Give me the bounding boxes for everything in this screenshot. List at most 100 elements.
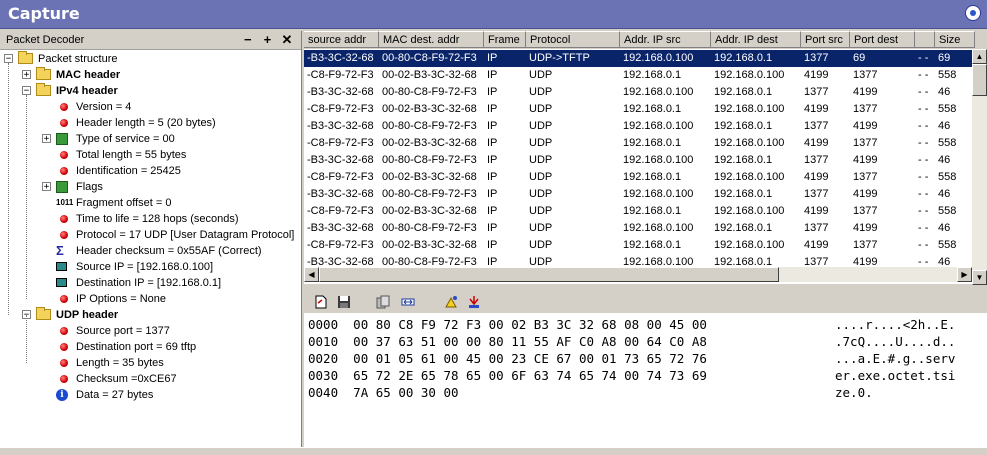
column-header[interactable]: Size [935,31,975,48]
scroll-down-button[interactable]: ▼ [972,270,987,285]
column-header[interactable]: Protocol [526,31,620,48]
table-cell: UDP [529,171,553,183]
column-header[interactable] [915,31,935,48]
table-cell: UDP [529,86,553,98]
table-cell: UDP [529,222,553,234]
packet-row[interactable]: -C8-F9-72-F3 00-02-B3-3C-32-68 IP UDP 192.16… [304,203,974,220]
red-dot-icon [60,375,68,383]
expand-node-button[interactable]: + [22,70,31,80]
tree-node[interactable]: − IPv4 header [0,83,300,99]
table-cell: - - [918,222,929,234]
tree-node-label: Length = 35 bytes [76,357,164,369]
column-header[interactable]: MAC dest. addr [379,31,484,48]
tree-node[interactable]: 1011 Fragment offset = 0 [0,195,300,211]
horizontal-scrollbar[interactable]: ◀ ▶ [304,267,972,282]
hex-bytes: 00 37 63 51 00 00 80 11 55 AF C0 A8 00 6… [353,334,707,349]
table-cell: -C8-F9-72-F3 [307,69,374,81]
packet-row[interactable]: -B3-3C-32-68 00-80-C8-F9-72-F3 IP UDP 192.16… [304,186,974,203]
tree-node[interactable]: i Data = 27 bytes [0,387,300,403]
tree-node-label: Identification = 25425 [76,165,181,177]
highlight-icon[interactable] [444,295,458,309]
packet-row[interactable]: -C8-F9-72-F3 00-02-B3-3C-32-68 IP UDP 192.16… [304,101,974,118]
scroll-left-button[interactable]: ◀ [304,267,319,282]
tree-node[interactable]: Identification = 25425 [0,163,300,179]
scroll-up-button[interactable]: ▲ [972,49,987,64]
tree-node[interactable]: − Packet structure [0,51,300,67]
tree-node[interactable]: Source port = 1377 [0,323,300,339]
tree-node[interactable]: Destination IP = [192.168.0.1] [0,275,300,291]
tree-node[interactable]: Total length = 55 bytes [0,147,300,163]
table-cell: - - [918,188,929,200]
table-cell: -B3-3C-32-68 [307,86,374,98]
tree-connector [8,63,9,315]
tree-node[interactable]: + MAC header [0,67,300,83]
tree-node[interactable]: Length = 35 bytes [0,355,300,371]
expand-all-button[interactable]: + [259,32,275,47]
hex-line: 0040 7A 65 00 30 00 [308,384,459,401]
table-cell: IP [487,86,498,98]
decoder-header: Packet Decoder − + ✕ [0,31,301,50]
tree-node-label: Destination port = 69 tftp [76,341,197,353]
expand-node-button[interactable]: + [42,182,51,192]
column-header[interactable]: Frame [484,31,526,48]
packet-row[interactable]: -B3-3C-32-68 00-80-C8-F9-72-F3 IP UDP 192.16… [304,84,974,101]
tree-node[interactable]: Σ Header checksum = 0x55AF (Correct) [0,243,300,259]
tree-node[interactable]: Version = 4 [0,99,300,115]
table-cell: 00-80-C8-F9-72-F3 [382,52,477,64]
tree-node[interactable]: Protocol = 17 UDP [User Datagram Protoco… [0,227,300,243]
table-cell: 192.168.0.1 [714,120,773,132]
packet-row[interactable]: -C8-F9-72-F3 00-02-B3-3C-32-68 IP UDP 192.16… [304,237,974,254]
column-header[interactable]: source addr [304,31,379,48]
capture-icon[interactable] [467,295,481,309]
vertical-scrollbar[interactable]: ▲ ▼ [972,49,987,285]
column-header[interactable]: Port src [801,31,850,48]
packet-row[interactable]: -B3-3C-32-68 00-80-C8-F9-72-F3 IP UDP 192.16… [304,220,974,237]
tree-node[interactable]: IP Options = None [0,291,300,307]
packet-row[interactable]: -B3-3C-32-68 00-80-C8-F9-72-F3 IP UDP 192.16… [304,118,974,135]
save-icon[interactable] [337,295,351,309]
table-cell: 00-02-B3-3C-32-68 [382,103,477,115]
packet-row[interactable]: -C8-F9-72-F3 00-02-B3-3C-32-68 IP UDP 192.16… [304,135,974,152]
tree-node[interactable]: Time to life = 128 hops (seconds) [0,211,300,227]
table-cell: 46 [938,86,951,98]
fit-width-icon[interactable] [401,295,415,309]
table-cell: 558 [938,103,957,115]
tree-node[interactable]: Destination port = 69 tftp [0,339,300,355]
column-header[interactable]: Addr. IP src [620,31,711,48]
vertical-scroll-thumb[interactable] [972,64,987,96]
table-cell: 558 [938,69,957,81]
column-header[interactable]: Addr. IP dest [711,31,801,48]
table-cell: 4199 [853,154,878,166]
tree-node[interactable]: Checksum =0xCE67 [0,371,300,387]
close-panel-button[interactable]: ✕ [279,32,295,48]
collapse-all-button[interactable]: − [240,32,256,47]
table-cell: IP [487,205,498,217]
hex-dump-view[interactable]: 0000 00 80 C8 F9 72 F3 00 02 B3 3C 32 68… [304,313,987,447]
tree-node[interactable]: − UDP header [0,307,300,323]
expand-node-button[interactable]: + [42,134,51,144]
copy-icon[interactable] [376,295,390,309]
horizontal-scroll-thumb[interactable] [319,267,779,282]
packet-row[interactable]: -C8-F9-72-F3 00-02-B3-3C-32-68 IP UDP 192.16… [304,67,974,84]
table-cell: UDP [529,69,553,81]
packet-row[interactable]: -C8-F9-72-F3 00-02-B3-3C-32-68 IP UDP 192.16… [304,169,974,186]
scroll-right-button[interactable]: ▶ [957,267,972,282]
table-cell: 4199 [804,205,829,217]
column-header[interactable]: Port dest [850,31,915,48]
collapse-node-button[interactable]: − [4,54,13,64]
table-cell: 192.168.0.100 [714,137,785,149]
new-page-icon[interactable] [314,295,328,309]
table-cell: 192.168.0.100 [623,154,694,166]
tree-node[interactable]: + Flags [0,179,300,195]
collapse-node-button[interactable]: − [22,86,31,96]
tree-node[interactable]: Header length = 5 (20 bytes) [0,115,300,131]
table-cell: 558 [938,171,957,183]
tree-node[interactable]: + Type of service = 00 [0,131,300,147]
packet-row[interactable]: -B3-3C-32-68 00-80-C8-F9-72-F3 IP UDP 192.16… [304,152,974,169]
hex-offset: 0010 [308,334,339,349]
gear-icon[interactable] [965,5,981,21]
packet-row[interactable]: -B3-3C-32-68 00-80-C8-F9-72-F3 IP UDP->TFTP… [304,50,974,67]
table-cell: -C8-F9-72-F3 [307,205,374,217]
tree-node[interactable]: Source IP = [192.168.0.100] [0,259,300,275]
table-cell: - - [918,154,929,166]
